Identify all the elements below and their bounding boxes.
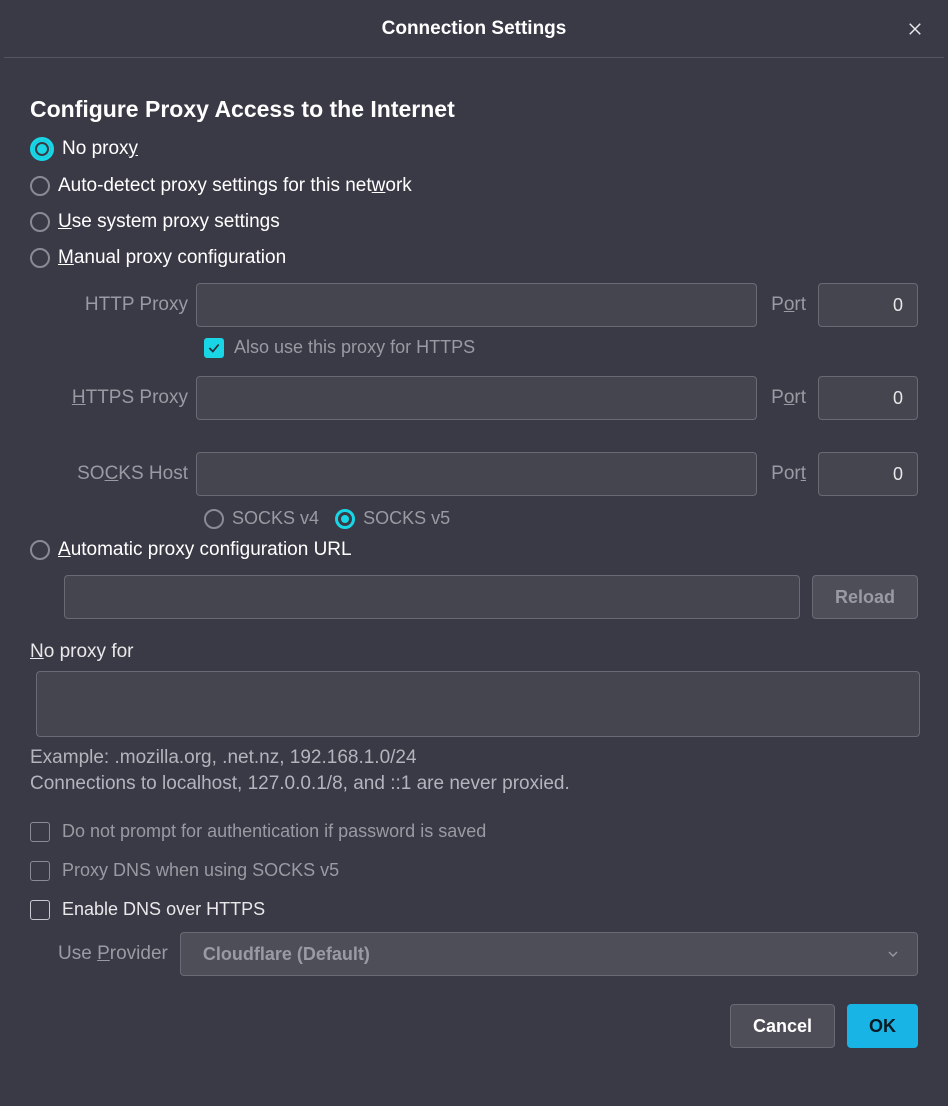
opt-label: Do not prompt for authentication if pass… <box>62 821 486 842</box>
checkbox-icon <box>30 861 50 881</box>
socks-v4-label: SOCKS v4 <box>232 508 319 529</box>
close-button[interactable] <box>900 14 930 44</box>
port-label: Port <box>771 463 806 485</box>
radio-icon <box>30 248 50 268</box>
no-proxy-for-input[interactable] <box>36 671 920 737</box>
radio-label: Automatic proxy configuration URL <box>58 539 352 561</box>
checkbox-icon <box>30 900 50 920</box>
ok-button[interactable]: OK <box>847 1004 918 1048</box>
http-proxy-label: HTTP Proxy <box>64 294 188 316</box>
pac-url-row: Reload <box>64 575 918 619</box>
provider-label: Use Provider <box>58 943 168 965</box>
titlebar: Connection Settings <box>4 0 944 58</box>
also-https-label: Also use this proxy for HTTPS <box>234 337 475 358</box>
radio-manual-proxy[interactable]: Manual proxy configuration <box>30 247 918 269</box>
radio-label: Manual proxy configuration <box>58 247 286 269</box>
manual-proxy-form: HTTP Proxy Port Also use this proxy for … <box>64 283 918 529</box>
opt-enable-doh[interactable]: Enable DNS over HTTPS <box>30 899 918 920</box>
reload-button[interactable]: Reload <box>812 575 918 619</box>
socks-v4-option[interactable]: SOCKS v4 <box>204 508 319 529</box>
opt-no-auth-prompt[interactable]: Do not prompt for authentication if pass… <box>30 821 918 842</box>
no-proxy-for-label: No proxy for <box>30 641 918 663</box>
https-port-input[interactable] <box>818 376 918 420</box>
connection-settings-dialog: Connection Settings Configure Proxy Acce… <box>4 0 944 1066</box>
radio-label: Auto-detect proxy settings for this netw… <box>58 175 412 197</box>
socks-v5-option[interactable]: SOCKS v5 <box>335 508 450 529</box>
chevron-down-icon <box>885 946 901 962</box>
http-port-input[interactable] <box>818 283 918 327</box>
opt-label: Proxy DNS when using SOCKS v5 <box>62 860 339 881</box>
socks-version-row: SOCKS v4 SOCKS v5 <box>204 508 918 529</box>
opt-proxy-dns-socks5[interactable]: Proxy DNS when using SOCKS v5 <box>30 860 918 881</box>
http-proxy-row: HTTP Proxy Port <box>64 283 918 327</box>
https-proxy-row: HTTPS Proxy Port <box>64 376 918 420</box>
socks-v5-label: SOCKS v5 <box>363 508 450 529</box>
checkbox-icon <box>204 338 224 358</box>
cancel-button[interactable]: Cancel <box>730 1004 835 1048</box>
dialog-content: Configure Proxy Access to the Internet N… <box>4 58 944 994</box>
radio-pac-url[interactable]: Automatic proxy configuration URL <box>30 539 918 561</box>
radio-icon <box>30 137 54 161</box>
provider-select[interactable]: Cloudflare (Default) <box>180 932 918 976</box>
socks-host-row: SOCKS Host Port <box>64 452 918 496</box>
radio-icon <box>204 509 224 529</box>
socks-port-input[interactable] <box>818 452 918 496</box>
pac-url-input[interactable] <box>64 575 800 619</box>
also-https-row[interactable]: Also use this proxy for HTTPS <box>204 337 918 358</box>
port-label: Port <box>771 294 806 316</box>
radio-icon <box>30 176 50 196</box>
provider-value: Cloudflare (Default) <box>203 944 370 965</box>
checkbox-icon <box>30 822 50 842</box>
dialog-buttons: Cancel OK <box>4 994 944 1066</box>
dialog-title: Connection Settings <box>382 18 567 40</box>
radio-icon <box>30 212 50 232</box>
radio-auto-detect[interactable]: Auto-detect proxy settings for this netw… <box>30 175 918 197</box>
socks-host-label: SOCKS Host <box>64 463 188 485</box>
section-heading: Configure Proxy Access to the Internet <box>30 96 918 123</box>
radio-icon <box>335 509 355 529</box>
radio-system-proxy[interactable]: Use system proxy settings <box>30 211 918 233</box>
close-icon <box>906 20 924 38</box>
radio-icon <box>30 540 50 560</box>
doh-provider-row: Use Provider Cloudflare (Default) <box>58 932 918 976</box>
localhost-hint: Connections to localhost, 127.0.0.1/8, a… <box>30 773 918 795</box>
socks-host-input[interactable] <box>196 452 757 496</box>
radio-label: Use system proxy settings <box>58 211 280 233</box>
radio-label: No proxy <box>62 138 138 160</box>
example-hint: Example: .mozilla.org, .net.nz, 192.168.… <box>30 747 918 769</box>
port-label: Port <box>771 387 806 409</box>
https-proxy-label: HTTPS Proxy <box>64 387 188 409</box>
https-proxy-input[interactable] <box>196 376 757 420</box>
radio-no-proxy[interactable]: No proxy <box>30 137 918 161</box>
http-proxy-input[interactable] <box>196 283 757 327</box>
opt-label: Enable DNS over HTTPS <box>62 899 265 920</box>
